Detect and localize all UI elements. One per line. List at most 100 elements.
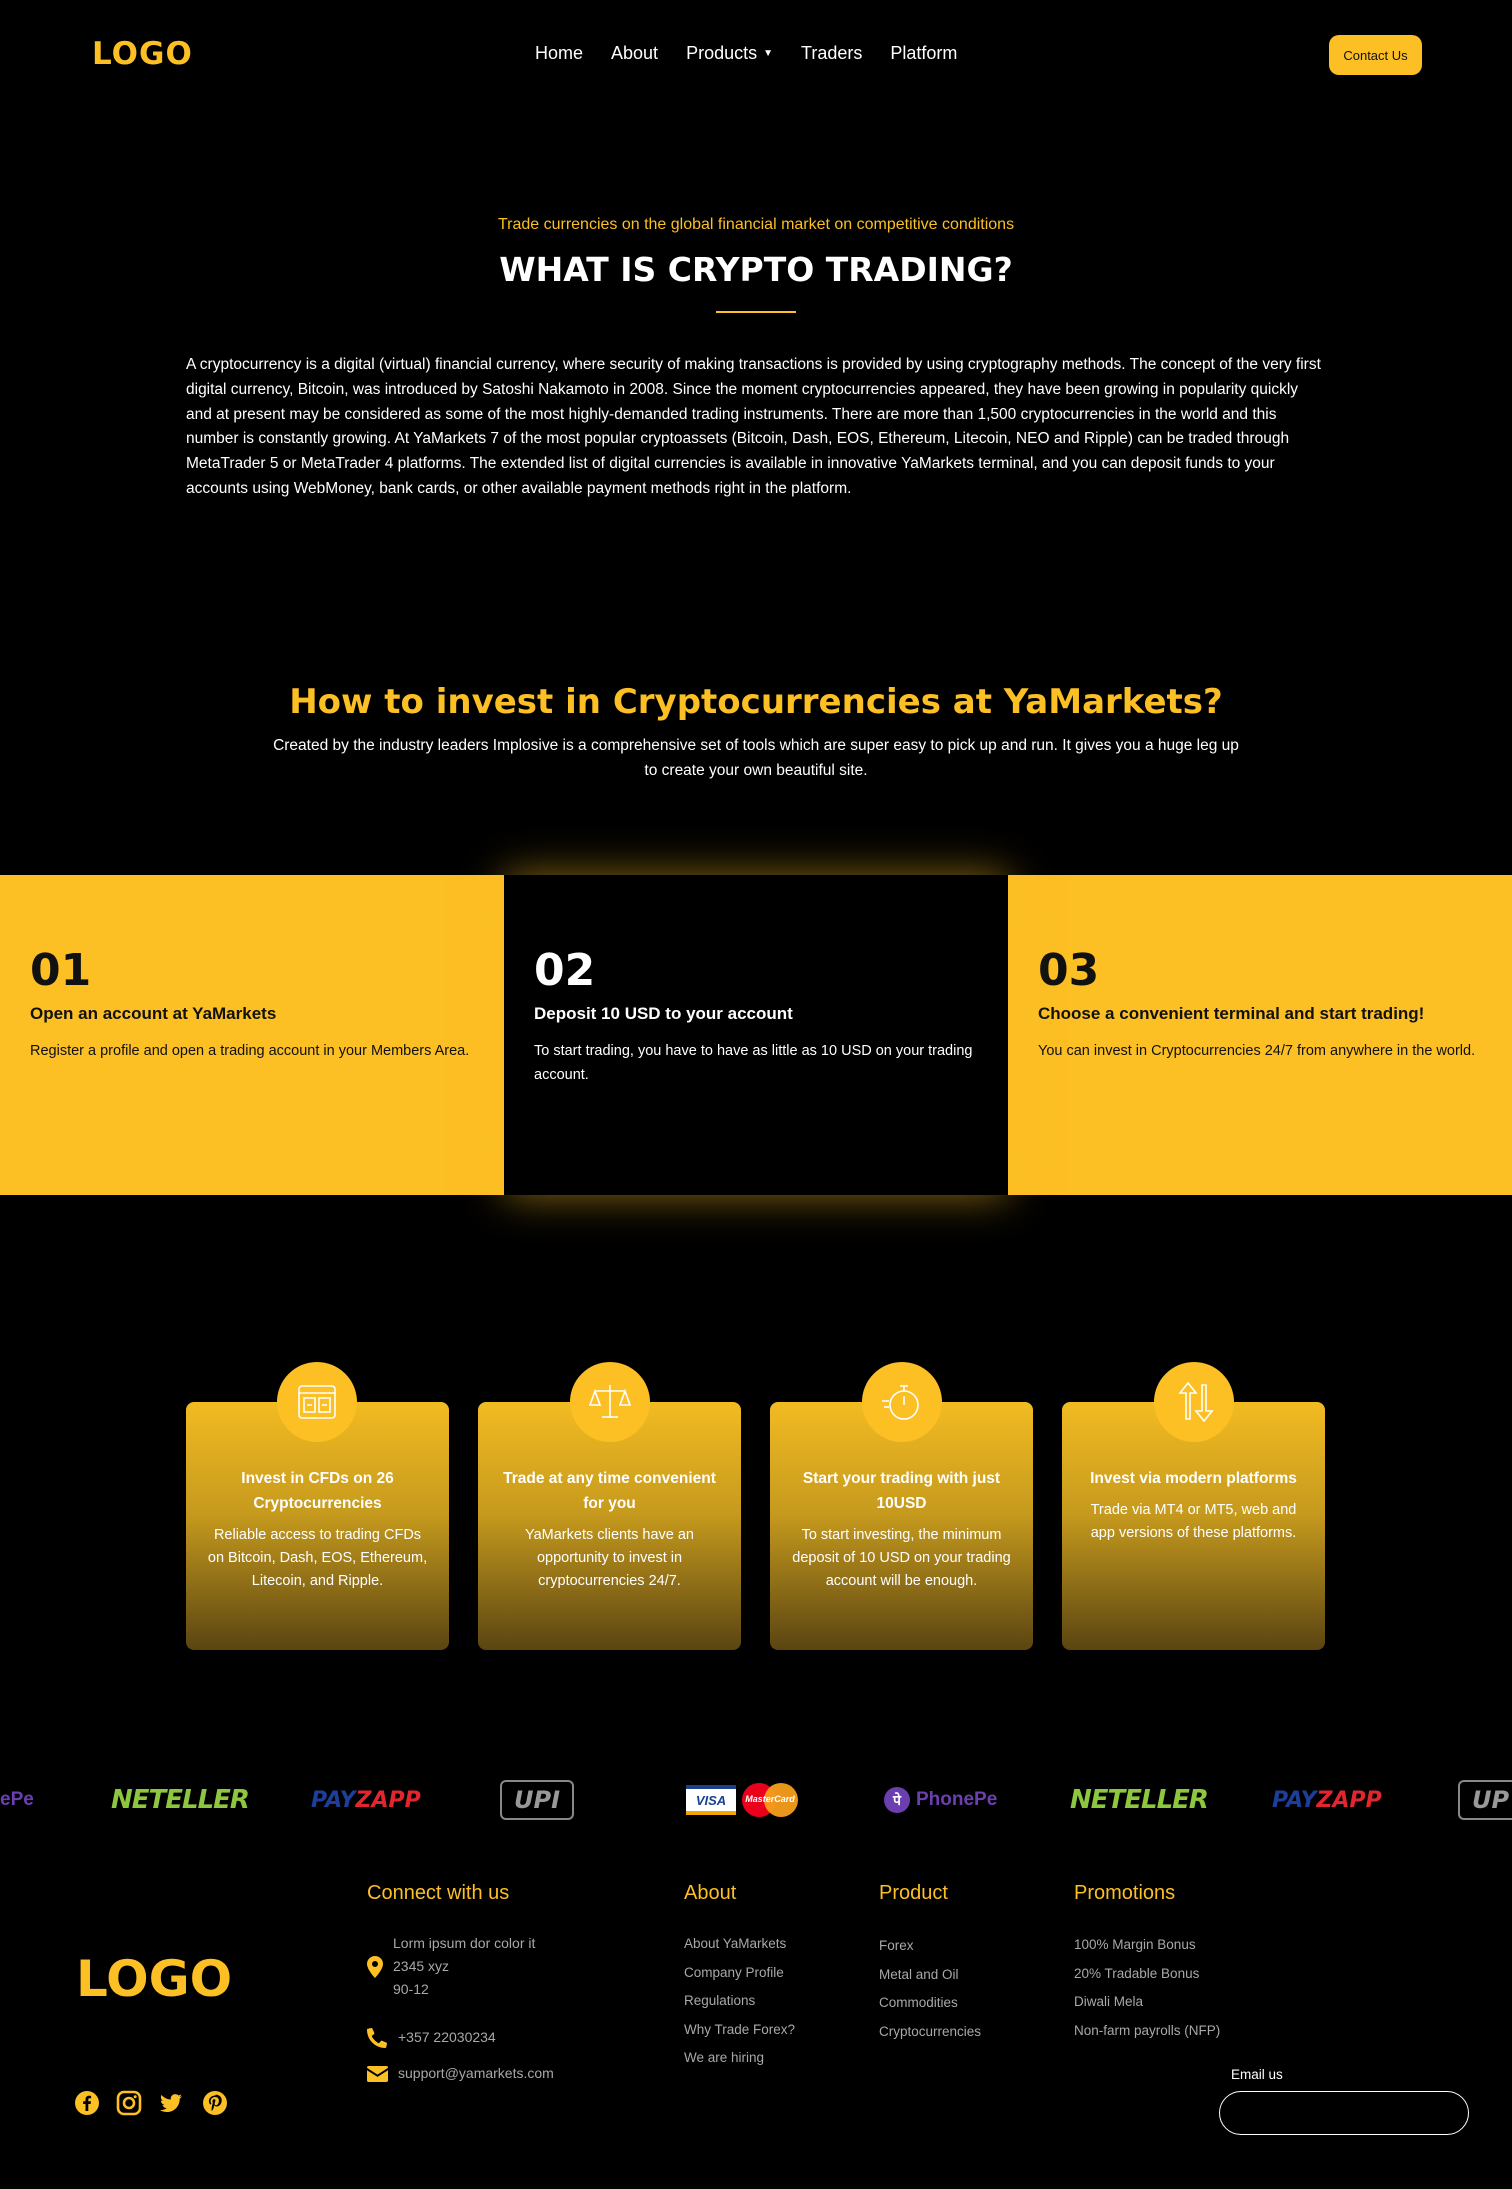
nav-platform-label: Platform (890, 43, 958, 63)
product-links: Forex Metal and Oil Commodities Cryptocu… (879, 1932, 981, 2046)
payzapp-pay-text: PAY (311, 1787, 356, 1813)
step-card-3: 03 Choose a convenient terminal and star… (1008, 875, 1512, 1195)
feature-title: Invest in CFDs on 26 Cryptocurrencies (241, 1470, 394, 1512)
address-line: Lorm ipsum dor color it (393, 1935, 536, 1951)
step-title: Deposit 10 USD to your account (534, 1004, 793, 1023)
mail-icon (367, 2066, 388, 2082)
feature-text: Reliable access to trading CFDs on Bitco… (207, 1527, 428, 1589)
visa-logo: VISA (686, 1785, 736, 1815)
mastercard-logo: MasterCard (742, 1783, 798, 1817)
step-number: 01 (30, 945, 92, 996)
footer-link[interactable]: Why Trade Forex? (684, 2016, 795, 2045)
location-pin-icon (367, 1956, 383, 1978)
step-card-2: 02 Deposit 10 USD to your account To sta… (504, 875, 1008, 1195)
nav-about[interactable]: About (611, 43, 658, 64)
invest-subtitle: Created by the industry leaders Implosiv… (273, 737, 1239, 779)
phonepe-logo-partial: ePe (0, 1775, 34, 1825)
email-address[interactable]: support@yamarkets.com (398, 2062, 554, 2085)
invest-title: How to invest in Cryptocurrencies at YaM… (289, 682, 1223, 722)
footer-link[interactable]: Commodities (879, 1989, 981, 2018)
product-heading: Product (879, 1882, 948, 1904)
pinterest-icon[interactable] (202, 2090, 228, 2116)
feature-title: Trade at any time convenient for you (503, 1470, 716, 1512)
upi-partial-text: UP (1458, 1780, 1512, 1820)
footer-link[interactable]: Diwali Mela (1074, 1988, 1220, 2017)
upi-logo: UPI (500, 1775, 575, 1825)
nav-products[interactable]: Products ▼ (686, 43, 773, 64)
nav-traders[interactable]: Traders (801, 43, 862, 64)
step-text: To start trading, you have to have as li… (534, 1043, 973, 1083)
payzapp-logo: PAY ZAPP (311, 1775, 421, 1825)
feature-text: To start investing, the minimum deposit … (792, 1527, 1011, 1589)
about-heading: About (684, 1882, 737, 1904)
facebook-icon[interactable] (74, 2090, 100, 2116)
neteller-text: NETELLER (1070, 1785, 1209, 1815)
payzapp-zapp-text: ZAPP (355, 1787, 421, 1813)
main-nav: Home About Products ▼ Traders Platform (535, 43, 957, 64)
footer-link[interactable]: Cryptocurrencies (879, 2018, 981, 2047)
hero-kicker: Trade currencies on the global financial… (497, 216, 1015, 233)
address-line: 2345 xyz (393, 1958, 450, 1974)
phone-number[interactable]: +357 22030234 (398, 2026, 496, 2049)
payzapp-logo: PAY ZAPP (1272, 1775, 1382, 1825)
phonepe-partial-text: ePe (0, 1789, 34, 1810)
promotions-heading: Promotions (1074, 1882, 1176, 1904)
title-underline (716, 311, 796, 313)
footer-link[interactable]: 100% Margin Bonus (1074, 1931, 1220, 1960)
footer-link[interactable]: Company Profile (684, 1959, 795, 1988)
hero-title: WHAT IS CRYPTO TRADING? (499, 250, 1013, 289)
phone-icon (367, 2028, 387, 2048)
footer-link[interactable]: Regulations (684, 1987, 795, 2016)
phonepe-logo: पे PhonePe (884, 1775, 997, 1825)
step-number: 02 (534, 945, 596, 996)
scales-icon (570, 1362, 650, 1442)
nav-traders-label: Traders (801, 43, 863, 63)
email-us-label: Email us (1231, 2067, 1283, 2082)
address: Lorm ipsum dor color it 2345 xyz 90-12 (393, 1932, 535, 2001)
stopwatch-icon (862, 1362, 942, 1442)
connect-heading: Connect with us (367, 1882, 510, 1904)
footer-link[interactable]: Metal and Oil (879, 1961, 981, 1990)
nav-products-label: Products (686, 43, 758, 63)
header-logo[interactable]: LOGO (92, 36, 193, 72)
neteller-logo: NETELLER (111, 1775, 250, 1825)
footer-link[interactable]: We are hiring (684, 2044, 795, 2073)
footer-logo[interactable]: LOGO (76, 1950, 232, 2008)
payzapp-pay-text: PAY (1272, 1787, 1317, 1813)
chevron-down-icon: ▼ (763, 48, 774, 59)
nav-platform[interactable]: Platform (890, 43, 957, 64)
neteller-logo: NETELLER (1070, 1775, 1209, 1825)
phonepe-text: PhonePe (916, 1789, 998, 1810)
exchange-arrows-icon (1154, 1362, 1234, 1442)
footer-link[interactable]: Forex (879, 1932, 981, 1961)
feature-text: Trade via MT4 or MT5, web and app versio… (1090, 1502, 1297, 1541)
neteller-text: NETELLER (111, 1785, 250, 1815)
step-card-1: 01 Open an account at YaMarkets Register… (0, 875, 504, 1195)
twitter-icon[interactable] (158, 2090, 184, 2116)
promotions-links: 100% Margin Bonus 20% Tradable Bonus Diw… (1074, 1931, 1220, 2045)
step-title: Choose a convenient terminal and start t… (1038, 1004, 1425, 1023)
mastercard-text: MasterCard (745, 1794, 795, 1804)
browser-chart-icon (277, 1362, 357, 1442)
nav-home-label: Home (535, 43, 584, 63)
feature-title: Start your trading with just 10USD (802, 1470, 1001, 1512)
nav-about-label: About (611, 43, 659, 63)
step-number: 03 (1038, 945, 1100, 996)
upi-text: UPI (500, 1780, 575, 1820)
nav-home[interactable]: Home (535, 43, 583, 64)
upi-logo-partial: UP (1458, 1775, 1512, 1825)
about-links: About YaMarkets Company Profile Regulati… (684, 1930, 795, 2073)
footer-link[interactable]: Non-farm payrolls (NFP) (1074, 2017, 1220, 2046)
email-input[interactable] (1219, 2091, 1469, 2135)
payzapp-zapp-text: ZAPP (1316, 1787, 1382, 1813)
phonepe-icon: पे (884, 1787, 910, 1813)
hero-body: A cryptocurrency is a digital (virtual) … (186, 356, 1321, 497)
instagram-icon[interactable] (116, 2090, 142, 2116)
step-text: You can invest in Cryptocurrencies 24/7 … (1038, 1043, 1476, 1059)
feature-title: Invest via modern platforms (1090, 1470, 1297, 1487)
footer-link[interactable]: 20% Tradable Bonus (1074, 1960, 1220, 1989)
contact-us-button[interactable]: Contact Us (1329, 35, 1422, 75)
visa-mastercard-logo: VISA MasterCard (686, 1775, 798, 1825)
footer-link[interactable]: About YaMarkets (684, 1930, 795, 1959)
feature-text: YaMarkets clients have an opportunity to… (525, 1527, 694, 1589)
